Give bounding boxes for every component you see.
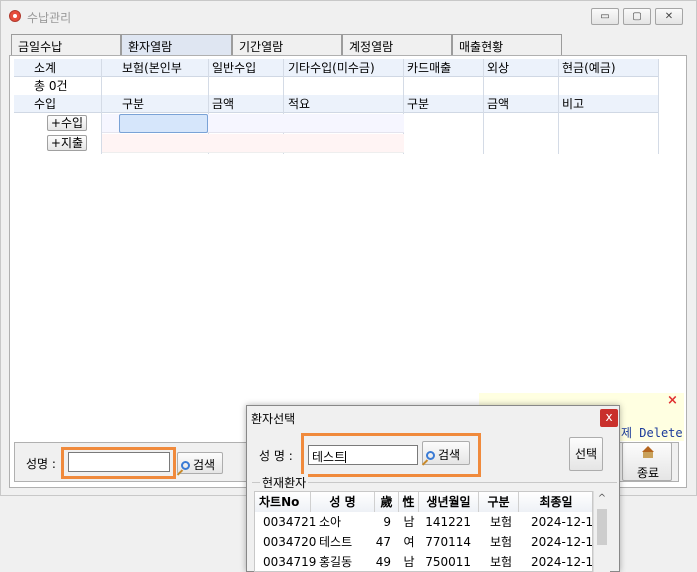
dialog-name-input[interactable]: 테스트 (308, 445, 418, 465)
patient-type: 보험 (489, 515, 513, 529)
patient-list: 차트No 성 명 歲 性 생년월일 구분 최종일 0034721 소아 9 남 … (254, 491, 593, 572)
chart-no: 0034720 (263, 535, 317, 549)
tab-patient-view[interactable]: 환자열람 (121, 34, 232, 56)
birth-date: 750011 (425, 555, 471, 569)
chart-no: 0034721 (263, 515, 317, 529)
ledger-grid: 소계 보험(본인부 일반수입 기타수입(미수금) 카드매출 외상 현금(예금) … (14, 59, 659, 154)
dialog-search-label: 검색 (438, 448, 461, 462)
dialog-close-button[interactable]: x (600, 409, 618, 427)
column-header[interactable]: 性 (399, 492, 419, 512)
patient-sex: 남 (403, 555, 415, 569)
maximize-button[interactable]: ▢ (623, 8, 651, 25)
scroll-thumb[interactable] (597, 509, 607, 545)
table-row[interactable]: 0034721 소아 9 남 141221 보험 2024-12-19 (255, 512, 593, 532)
patient-type: 보험 (489, 535, 513, 549)
delete-hint: 제 Delete (621, 426, 683, 440)
name-label: 성명 : (26, 457, 56, 471)
column-header[interactable]: 생년월일 (419, 492, 479, 512)
column-header[interactable]: 구분 (479, 492, 519, 512)
grid-header-cell: 구분 (122, 97, 145, 111)
grid-header-cell: 적요 (288, 97, 311, 111)
text-cursor (345, 451, 347, 463)
minimize-button[interactable]: ▭ (591, 8, 619, 25)
table-row[interactable]: 0034719 홍길동 49 남 750011 보험 2024-12-18 (255, 552, 593, 571)
exit-button[interactable]: 종료 (622, 442, 672, 481)
title-bar: 수납관리 ▭ ▢ ✕ (1, 1, 696, 31)
patient-name: 소아 (319, 515, 342, 529)
close-button[interactable]: ✕ (655, 8, 683, 25)
select-button[interactable]: 선택 (569, 437, 603, 471)
tab-label: 기간열람 (239, 40, 284, 54)
close-icon: ✕ (664, 11, 674, 22)
grid-header-cell: 기타수입(미수금) (288, 61, 375, 75)
grid-line (658, 59, 659, 154)
patient-age: 49 (375, 555, 391, 569)
tab-today-payment[interactable]: 금일수납 (11, 34, 121, 55)
grid-header-cell: 일반수입 (212, 61, 257, 75)
add-expense-button[interactable]: +지출 (47, 135, 87, 151)
search-icon (181, 461, 190, 470)
dialog-name-label: 성 명 : (259, 449, 293, 463)
tab-label: 계정열람 (349, 40, 394, 54)
birth-date: 770114 (425, 535, 471, 549)
grid-header-cell: 카드매출 (407, 61, 452, 75)
notice-close-icon[interactable]: × (667, 393, 678, 408)
search-icon (426, 451, 435, 460)
tab-account-view[interactable]: 계정열람 (342, 34, 452, 55)
search-label: 검색 (193, 458, 216, 472)
grid-header-cell: 외상 (487, 61, 510, 75)
patient-type: 보험 (489, 555, 513, 569)
birth-date: 141221 (425, 515, 471, 529)
tab-label: 환자열람 (128, 40, 173, 54)
patient-name: 테스트 (319, 535, 353, 549)
grid-header-cell: 비고 (562, 97, 585, 111)
home-icon (642, 446, 654, 458)
last-visit: 2024-12-19 (531, 515, 593, 529)
last-visit: 2024-12-18 (531, 555, 593, 569)
grid-header-cell: 현금(예금) (562, 61, 616, 75)
dialog-name-value: 테스트 (312, 450, 346, 464)
grid-header-cell: 금액 (487, 97, 510, 111)
list-scrollbar[interactable]: ^ (593, 491, 610, 572)
grid-header-cell: 보험(본인부 (122, 61, 182, 75)
grid-header-cell: 수입 (34, 97, 57, 111)
tab-label: 매출현황 (459, 40, 504, 54)
patient-age: 9 (383, 515, 391, 529)
expense-row[interactable] (102, 134, 404, 153)
scroll-up-icon[interactable]: ^ (594, 491, 610, 507)
column-header[interactable]: 차트No (255, 492, 311, 512)
tab-sales-status[interactable]: 매출현황 (452, 34, 562, 55)
name-input[interactable] (68, 452, 170, 472)
last-visit: 2024-12-18 (531, 535, 593, 549)
column-header[interactable]: 성 명 (311, 492, 375, 512)
grid-header-cell: 소계 (34, 61, 57, 75)
column-header[interactable]: 최종일 (519, 492, 592, 512)
window-title: 수납관리 (27, 11, 72, 25)
exit-label: 종료 (637, 466, 660, 480)
patient-sex: 여 (403, 535, 415, 549)
app-icon (9, 10, 21, 22)
patient-name: 홍길동 (319, 555, 353, 569)
tab-label: 금일수납 (18, 40, 63, 54)
table-row[interactable]: 0034720 테스트 47 여 770114 보험 2024-12-18 (255, 532, 593, 552)
patient-age: 47 (375, 535, 391, 549)
grid-header-cell: 금액 (212, 97, 235, 111)
add-income-button[interactable]: +수입 (47, 115, 87, 131)
search-button[interactable]: 검색 (177, 452, 223, 474)
close-icon: x (605, 410, 613, 424)
maximize-icon: ▢ (632, 11, 642, 22)
patient-sex: 남 (403, 515, 415, 529)
chart-no: 0034719 (263, 555, 317, 569)
tab-period-view[interactable]: 기간열람 (232, 34, 342, 55)
total-count: 총 0건 (34, 79, 68, 93)
grid-header-cell: 구분 (407, 97, 430, 111)
dialog-search-button[interactable]: 검색 (422, 441, 470, 465)
dialog-title: 환자선택 (251, 412, 296, 426)
column-header[interactable]: 歲 (375, 492, 399, 512)
income-selected-cell[interactable] (119, 114, 208, 133)
minimize-icon: ▭ (600, 11, 610, 22)
current-patient-group-label: 현재환자 (260, 474, 309, 491)
